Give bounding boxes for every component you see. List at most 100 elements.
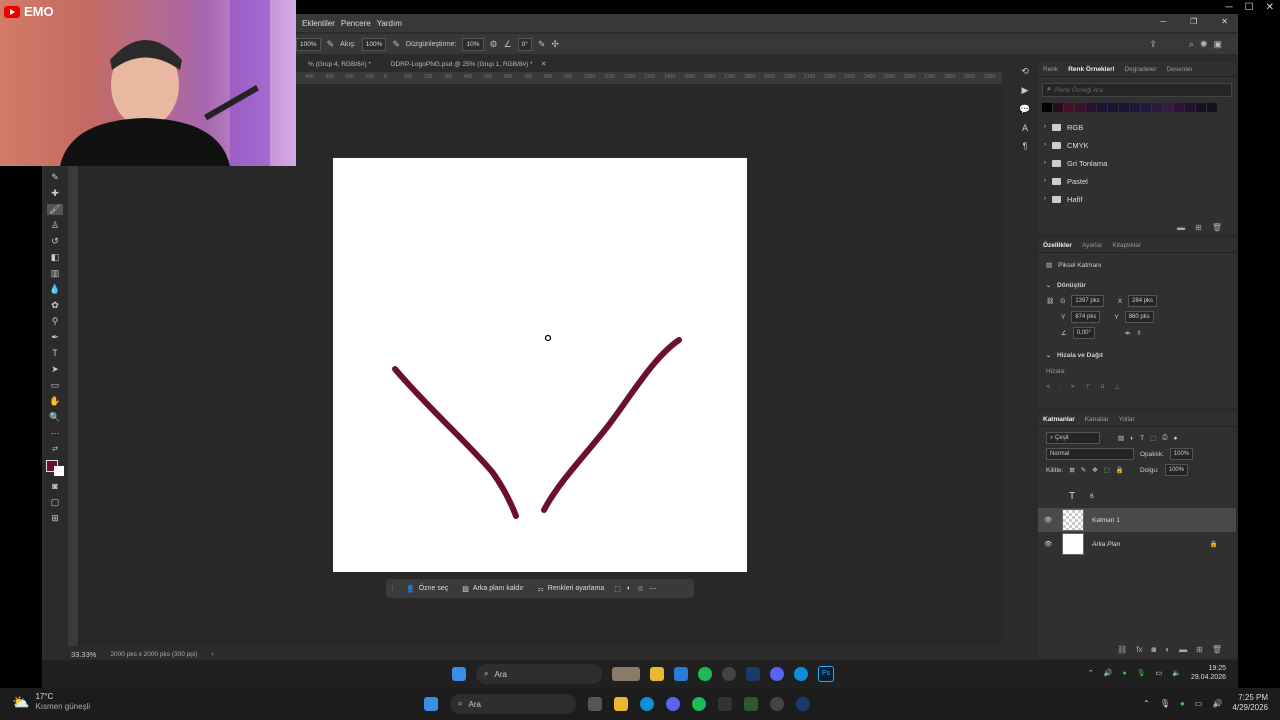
pen-icon[interactable]: ✒ — [51, 332, 59, 343]
color-swatch[interactable] — [1108, 103, 1118, 112]
color-swatch[interactable] — [1185, 103, 1195, 112]
tab-patterns[interactable]: Desenler — [1167, 66, 1193, 73]
workspace-icon[interactable]: ▣ — [1213, 39, 1222, 50]
tab-adjustments[interactable]: Ayarlar — [1082, 242, 1102, 249]
lock-position-icon[interactable]: ✥ — [1092, 466, 1097, 474]
more-tools-icon[interactable]: ⋯ — [51, 428, 60, 439]
tab-libraries[interactable]: Kitaplıklar — [1112, 242, 1141, 249]
link-layers-icon[interactable]: ⛓ — [1117, 645, 1127, 654]
captured-clock[interactable]: 19:25 29.04.2026 — [1191, 664, 1226, 682]
windows-start-icon[interactable] — [452, 667, 466, 681]
windows-start-icon[interactable] — [424, 697, 438, 711]
adjust-colors-button[interactable]: ⚏ Renkleri ayarlama — [534, 585, 609, 593]
comments-icon[interactable]: 💬 — [1019, 104, 1030, 115]
align-right-icon[interactable]: ⫸ — [1071, 383, 1075, 391]
color-swatch[interactable] — [1119, 103, 1129, 112]
angle-field[interactable]: 0,00° — [1072, 327, 1095, 339]
tab-document-2[interactable]: DDRP-LogoPNG.psd @ 25% (Grup 1, RGB/8#) … — [383, 61, 541, 68]
width-field[interactable]: 1397 pks — [1071, 295, 1104, 307]
tray-chevron-icon[interactable]: ⌃ — [1143, 699, 1150, 708]
widget-icon[interactable] — [612, 667, 640, 681]
blend-mode-select[interactable]: Normal — [1046, 448, 1134, 460]
add-mask-icon[interactable]: ◙ — [1151, 645, 1156, 654]
color-swatch[interactable] — [1196, 103, 1206, 112]
symmetry-icon[interactable]: ✣ — [551, 39, 559, 50]
eye-icon[interactable]: 👁 — [1044, 516, 1054, 524]
align-center-icon[interactable]: ⫶ — [1060, 383, 1062, 391]
volume-icon[interactable]: 🔊 — [1212, 699, 1222, 708]
tab-close-icon[interactable]: ✕ — [541, 60, 547, 68]
tray-chevron-icon[interactable]: ⌃ — [1088, 669, 1094, 677]
folder-rgb[interactable]: › RGB — [1038, 118, 1236, 136]
obs-icon[interactable] — [722, 667, 736, 681]
document-canvas[interactable] — [333, 158, 747, 572]
menu-help[interactable]: Yardım — [377, 19, 402, 28]
task-view-icon[interactable] — [588, 697, 602, 711]
layer-row[interactable]: T 6 — [1038, 484, 1236, 508]
steam-icon[interactable] — [796, 697, 810, 711]
tab-document-1[interactable]: % (Grup 4, RGB/8#) * — [300, 61, 379, 68]
steam-icon[interactable] — [746, 667, 760, 681]
new-group-icon[interactable]: ▬ — [1179, 645, 1187, 654]
network-icon[interactable]: ▭ — [1195, 699, 1203, 708]
volume-icon[interactable]: 🔊 — [1104, 669, 1113, 677]
clock[interactable]: 7:25 PM 4/29/2026 — [1232, 693, 1268, 713]
dodge-icon[interactable]: ⚲ — [52, 316, 59, 327]
folder-cmyk[interactable]: › CMYK — [1038, 136, 1236, 154]
quick-mask-icon[interactable]: ◙ — [52, 481, 57, 492]
type-tool-icon[interactable]: T — [52, 348, 58, 359]
align-bottom-icon[interactable]: ⊥ — [1114, 383, 1120, 391]
discord-icon[interactable] — [666, 697, 680, 711]
mic-icon[interactable]: 🎙 — [1160, 699, 1170, 708]
edge-icon[interactable] — [640, 697, 654, 711]
lock-all-icon[interactable]: 🔒 — [1116, 466, 1124, 474]
align-middle-icon[interactable]: ⫫ — [1101, 383, 1105, 391]
status-arrow-icon[interactable]: › — [212, 651, 214, 658]
layer-filter-select[interactable]: ⌕ Çeşit — [1046, 432, 1100, 444]
align-top-icon[interactable]: ⊤ — [1085, 383, 1091, 391]
hand-icon[interactable]: ✋ — [49, 396, 60, 407]
color-swatch[interactable] — [1130, 103, 1140, 112]
photoshop-icon[interactable]: Ps — [818, 666, 834, 682]
taskbar-search-box[interactable]: ⌕ Ara — [450, 694, 576, 714]
brush-opacity-field[interactable]: 100% — [296, 37, 321, 51]
tab-channels[interactable]: Kanallar — [1085, 416, 1109, 423]
link-icon[interactable]: ⛓ — [1046, 297, 1054, 305]
captured-search-box[interactable]: ⌕ Ara — [476, 664, 602, 684]
align-left-icon[interactable]: ⫷ — [1046, 383, 1050, 391]
path-select-icon[interactable]: ➤ — [51, 364, 59, 375]
clone-stamp-icon[interactable]: ♙ — [51, 220, 59, 231]
tab-properties[interactable]: Özellikler — [1043, 242, 1072, 249]
minimize-icon[interactable]: ─ — [1226, 2, 1233, 13]
color-swatch[interactable] — [1053, 103, 1063, 112]
code-editor-icon[interactable] — [744, 697, 758, 711]
edge-icon[interactable] — [794, 667, 808, 681]
color-swatch[interactable] — [1064, 103, 1074, 112]
tab-color[interactable]: Renk — [1043, 66, 1058, 73]
app-restore-icon[interactable]: ❐ — [1190, 17, 1197, 26]
screen-mode-icon[interactable]: ▢ — [51, 497, 60, 508]
pressure-size-icon[interactable]: ✎ — [538, 39, 546, 50]
history-brush-icon[interactable]: ↺ — [51, 236, 59, 247]
drag-handle-icon[interactable]: ⋮ — [386, 585, 396, 593]
layer-row[interactable]: 👁 Arka Plan 🔒 — [1038, 532, 1236, 556]
color-swatch[interactable] — [1141, 103, 1151, 112]
swatch-search[interactable]: ⌕ Renk Örneği Ara — [1042, 83, 1232, 97]
spotify-icon[interactable] — [698, 667, 712, 681]
select-subject-button[interactable]: 👤 Özne seç — [402, 585, 452, 593]
sponge-icon[interactable]: ✿ — [51, 300, 59, 311]
layer-row-selected[interactable]: 👁 Katman 1 — [1038, 508, 1236, 532]
more-options-icon[interactable]: ⋯ — [649, 585, 656, 593]
speaker-icon[interactable]: 🔈 — [1172, 669, 1181, 677]
new-layer-icon[interactable]: ⊞ — [1196, 645, 1203, 654]
filter-smart-icon[interactable]: ⎙ — [1162, 434, 1167, 442]
y-field[interactable]: 860 pks — [1124, 311, 1154, 323]
zoom-icon[interactable]: 🔍 — [49, 412, 60, 423]
smoothing-field[interactable]: 10% — [462, 37, 484, 51]
trash-icon[interactable]: 🗑 — [1212, 223, 1222, 232]
color-swatch[interactable] — [1075, 103, 1085, 112]
new-folder-icon[interactable]: ▬ — [1177, 223, 1185, 232]
new-swatch-icon[interactable]: ⊞ — [1195, 223, 1202, 232]
search-icon[interactable]: ⌕ — [1189, 39, 1194, 50]
gear-icon[interactable]: ⚙ — [490, 39, 498, 50]
